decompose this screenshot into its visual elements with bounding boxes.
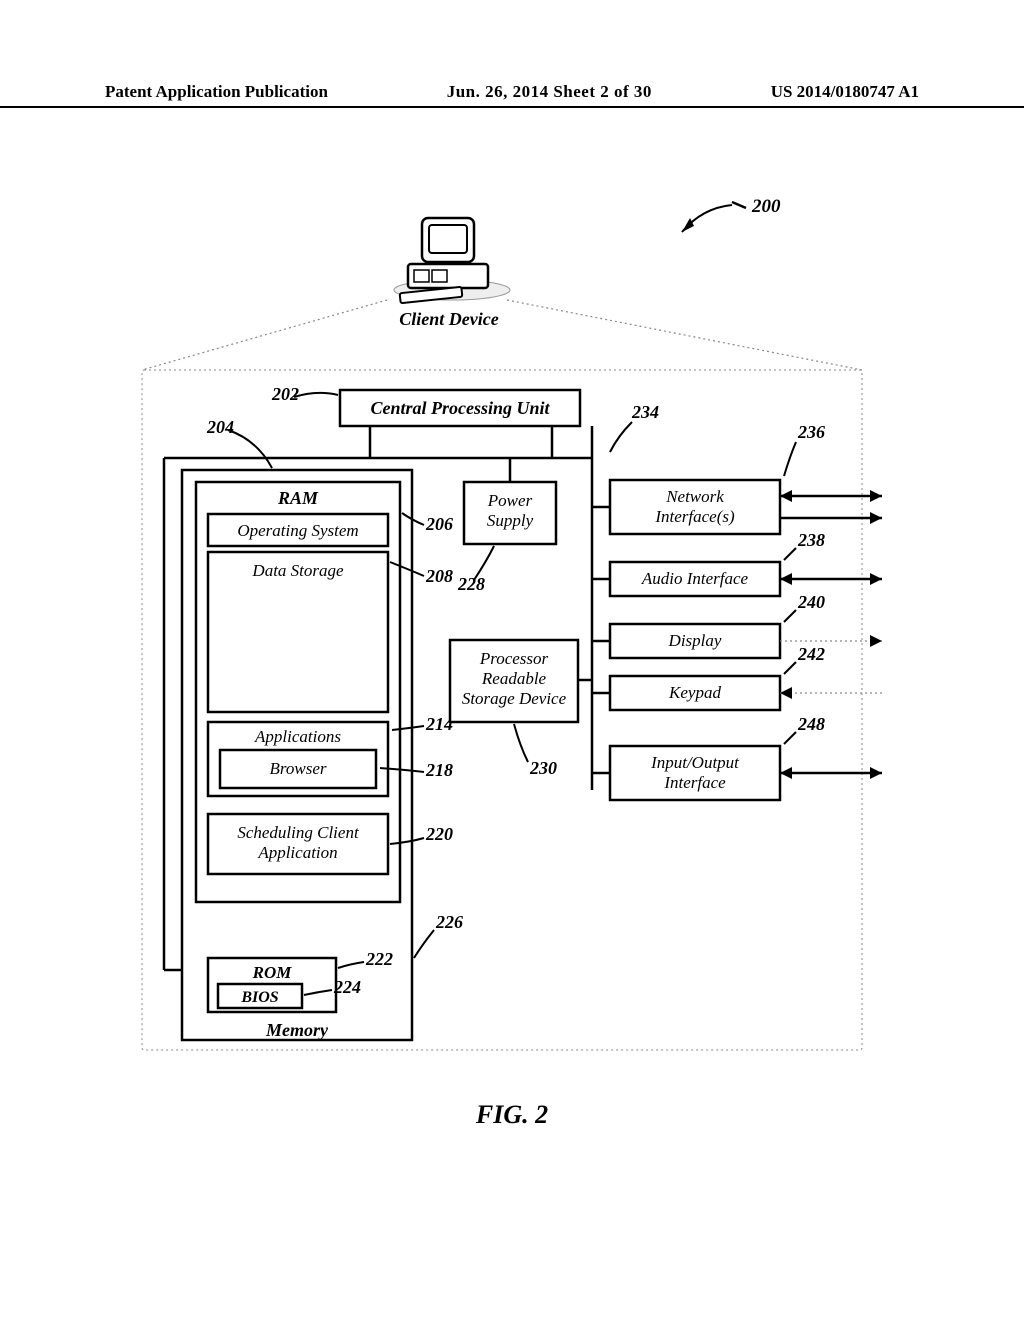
ref-206: 206	[425, 514, 453, 534]
label-power-1: Power	[487, 491, 533, 510]
header-left: Patent Application Publication	[105, 82, 328, 102]
ref-220: 220	[425, 824, 453, 844]
ref-234: 234	[631, 402, 659, 422]
label-io-1: Input/Output	[650, 753, 740, 772]
label-io-2: Interface	[663, 773, 726, 792]
ref-204: 204	[206, 417, 234, 437]
label-cpu: Central Processing Unit	[370, 398, 550, 418]
label-apps: Applications	[254, 727, 341, 746]
label-sched-2: Application	[257, 843, 337, 862]
label-memory: Memory	[265, 1020, 329, 1040]
label-browser: Browser	[270, 759, 327, 778]
header-mid: Jun. 26, 2014 Sheet 2 of 30	[447, 82, 652, 102]
label-keypad: Keypad	[668, 683, 721, 702]
ref-230: 230	[529, 758, 557, 778]
computer-icon	[394, 218, 510, 303]
ref-224: 224	[333, 977, 361, 997]
ref-208: 208	[425, 566, 453, 586]
label-net-2: Interface(s)	[654, 507, 735, 526]
ref-222: 222	[365, 949, 393, 969]
label-prsd-2: Readable	[481, 669, 547, 688]
ref-238: 238	[797, 530, 825, 550]
header-right: US 2014/0180747 A1	[771, 82, 919, 102]
label-audio: Audio Interface	[641, 569, 749, 588]
label-os: Operating System	[237, 521, 358, 540]
label-bios: BIOS	[240, 989, 278, 1006]
ref-242: 242	[797, 644, 825, 664]
label-net-1: Network	[665, 487, 724, 506]
page: Patent Application Publication Jun. 26, …	[0, 0, 1024, 1320]
ref-200: 200	[751, 196, 781, 217]
page-header: Patent Application Publication Jun. 26, …	[0, 82, 1024, 108]
ref-228: 228	[457, 574, 485, 594]
label-data-storage: Data Storage	[251, 561, 344, 580]
label-ram: RAM	[277, 488, 319, 508]
label-sched-1: Scheduling Client	[237, 823, 360, 842]
figure-caption: FIG. 2	[0, 1100, 1024, 1130]
ref-240: 240	[797, 592, 825, 612]
label-prsd-1: Processor	[479, 649, 549, 668]
label-rom: ROM	[252, 963, 293, 982]
ref-226: 226	[435, 912, 463, 932]
label-power-2: Supply	[487, 511, 534, 530]
ref-236: 236	[797, 422, 825, 442]
label-client-device: Client Device	[399, 309, 498, 329]
label-display: Display	[668, 631, 722, 650]
ref-202: 202	[271, 384, 299, 404]
label-prsd-3: Storage Device	[462, 689, 567, 708]
ref-218: 218	[425, 760, 453, 780]
ref-248: 248	[797, 714, 825, 734]
figure-2: 200 Client Device Central Processing Uni…	[112, 190, 882, 1090]
